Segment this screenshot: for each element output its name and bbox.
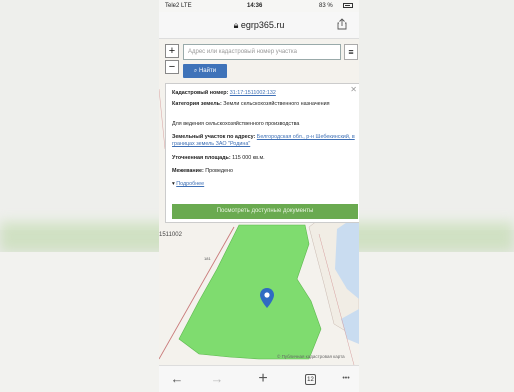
address-row: Земельный участок по адресу: Белгородска… xyxy=(172,134,358,148)
menu-button[interactable]: ≡ xyxy=(344,44,358,60)
purpose-value: Для ведения сельскохозяйственного произв… xyxy=(172,121,300,127)
share-icon[interactable] xyxy=(337,18,347,30)
search-input[interactable]: Адрес или кадастровый номер участка xyxy=(183,44,341,60)
survey-row: Межевание: Проведено xyxy=(172,168,358,175)
clock: 14:36 xyxy=(247,3,263,9)
cadastral-row: Кадастровый номер: 31:17:1511002:132 xyxy=(172,90,358,97)
phone-screen: Tele2 LTE 14:36 83 % 🔒︎ egrp365.ru + − А… xyxy=(159,0,359,392)
area-value: 115 000 кв.м. xyxy=(232,155,265,161)
more-menu-icon[interactable]: ••• xyxy=(337,370,355,388)
forward-arrow-icon[interactable]: → xyxy=(207,370,227,388)
lot-number-label: 181 xyxy=(204,256,211,261)
cadastral-map[interactable]: + − Адрес или кадастровый номер участка … xyxy=(159,39,359,365)
address-label: Земельный участок по адресу: xyxy=(172,134,256,140)
lock-icon: 🔒︎ xyxy=(233,20,239,30)
address-bar[interactable]: 🔒︎ egrp365.ru xyxy=(159,12,359,39)
find-label: Найти xyxy=(198,68,217,74)
search-icon: ⌕ xyxy=(193,68,198,74)
details-link[interactable]: Подробнее xyxy=(176,181,204,187)
parcel-info-card: ✕ Кадастровый номер: 31:17:1511002:132 К… xyxy=(165,83,359,223)
caret-down-icon: ▾ xyxy=(172,181,175,187)
cadastral-label: Кадастровый номер: xyxy=(172,90,229,96)
url-value: egrp365.ru xyxy=(240,20,285,30)
location-pin-icon[interactable] xyxy=(259,287,275,309)
area-row: Уточненная площадь: 115 000 кв.м. xyxy=(172,155,358,162)
category-value: Земли сельскохозяйственного назначения xyxy=(223,101,330,107)
details-row[interactable]: ▾ Подробнее xyxy=(172,181,358,188)
tabs-button[interactable]: 12 xyxy=(305,374,316,385)
battery-icon xyxy=(343,3,353,8)
url-text[interactable]: 🔒︎ egrp365.ru xyxy=(159,20,359,31)
zoom-in-button[interactable]: + xyxy=(165,44,179,58)
zoom-out-button[interactable]: − xyxy=(165,60,179,74)
status-bar: Tele2 LTE 14:36 83 % xyxy=(159,0,359,12)
category-row: Категория земель: Земли сельскохозяйстве… xyxy=(172,101,358,108)
area-label: Уточненная площадь: xyxy=(172,155,231,161)
battery-percent: 83 % xyxy=(319,3,333,9)
carrier-text: Tele2 LTE xyxy=(165,3,192,9)
new-tab-plus-icon[interactable]: + xyxy=(253,370,273,388)
category-label: Категория земель: xyxy=(172,101,222,107)
map-credit: © Публичная кадастровая карта xyxy=(277,354,345,359)
view-documents-button[interactable]: Посмотреть доступные документы xyxy=(172,204,358,219)
find-button[interactable]: ⌕ Найти xyxy=(183,64,227,78)
parcel-block-label: 1511002 xyxy=(159,232,182,238)
back-arrow-icon[interactable]: ← xyxy=(167,370,187,388)
survey-value: Проведено xyxy=(205,168,233,174)
browser-toolbar: ← → + 12 ••• xyxy=(159,365,359,392)
survey-label: Межевание: xyxy=(172,168,204,174)
cadastral-number-link[interactable]: 31:17:1511002:132 xyxy=(230,90,276,96)
